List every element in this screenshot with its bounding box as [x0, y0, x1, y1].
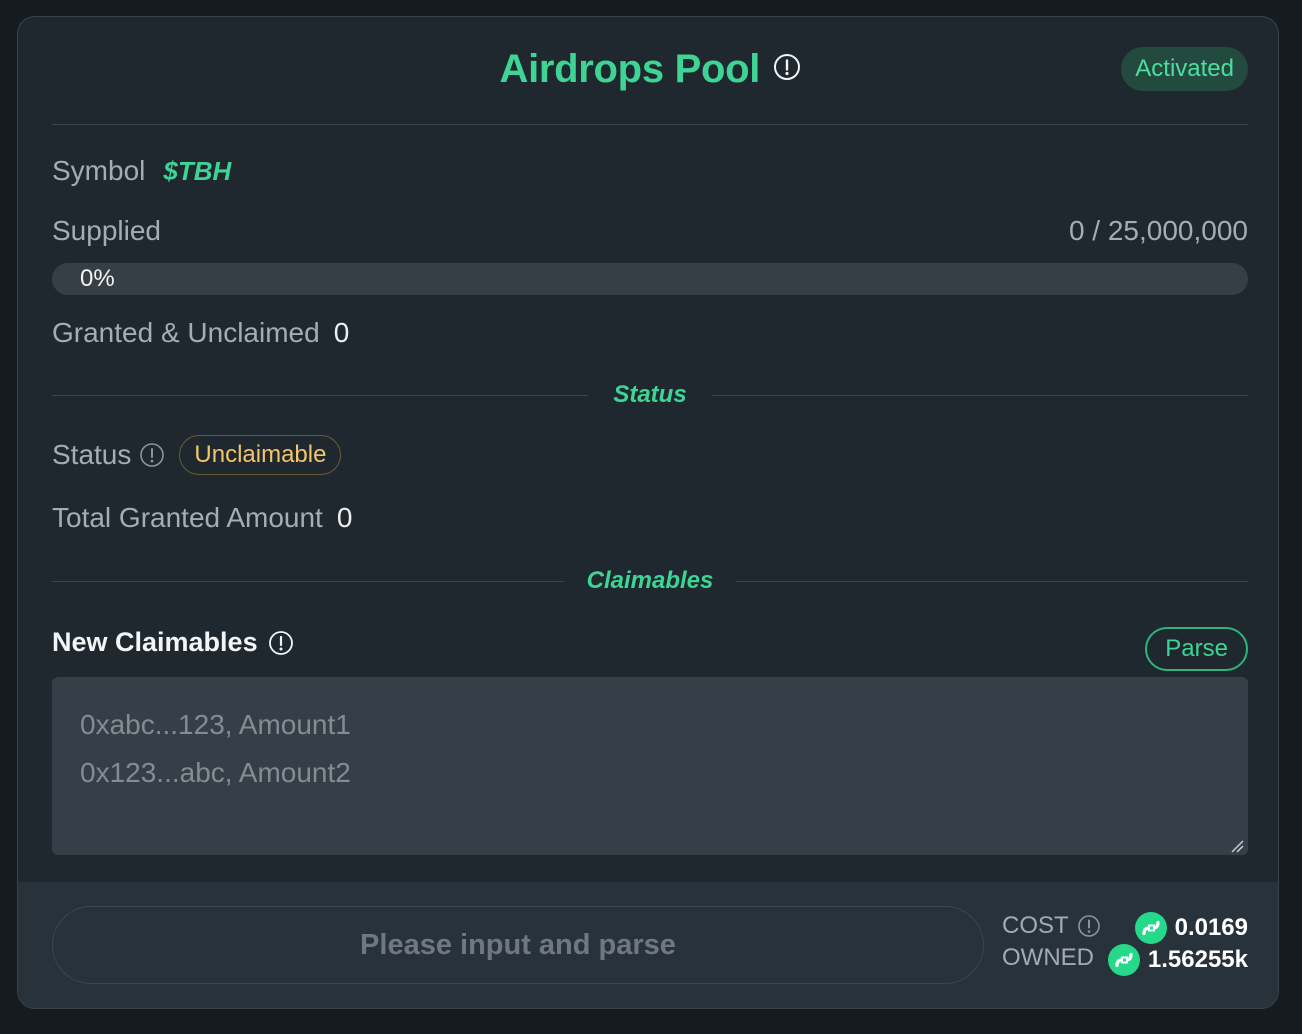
total-granted-label: Total Granted Amount: [52, 502, 323, 533]
status-badge: Unclaimable: [179, 435, 342, 475]
new-claimables-info-icon[interactable]: [268, 630, 294, 656]
owned-value: 1.56255k: [1147, 946, 1248, 973]
supplied-label: Supplied: [52, 215, 161, 246]
card-header: Airdrops Pool Activated: [52, 17, 1248, 125]
title-wrap: Airdrops Pool: [52, 47, 1248, 95]
page-title: Airdrops Pool: [499, 47, 761, 91]
cost-value-wrap: 0.0169: [1134, 912, 1248, 944]
symbol-row: Symbol $TBH: [52, 155, 1248, 187]
owned-value-wrap: 1.56255k: [1107, 944, 1248, 976]
claimables-divider: Claimables: [52, 566, 1248, 596]
granted-unclaimed-value: 0: [333, 317, 350, 348]
cost-label-wrap: COST: [1002, 912, 1101, 940]
claimables-section-title: Claimables: [586, 567, 714, 594]
cost-info-icon[interactable]: [1077, 914, 1101, 938]
status-divider: Status: [52, 380, 1248, 410]
total-granted-value: 0: [336, 502, 353, 533]
supplied-row: Supplied 0 / 25,000,000: [52, 215, 1248, 247]
new-claimables-label: New Claimables: [52, 627, 258, 657]
status-info-icon[interactable]: [139, 442, 165, 468]
symbol-value: $TBH: [163, 156, 232, 186]
parse-button[interactable]: Parse: [1145, 627, 1248, 671]
owned-row: OWNED 1.56255k: [1002, 944, 1248, 976]
info-icon[interactable]: [773, 53, 801, 86]
supplied-value: 0 / 25,000,000: [1068, 215, 1248, 246]
supplied-progress-bar: 0%: [52, 263, 1248, 295]
owned-label: OWNED: [1002, 944, 1094, 971]
symbol-label: Symbol: [52, 155, 146, 186]
status-label: Status: [52, 439, 132, 470]
activated-badge: Activated: [1121, 47, 1248, 91]
flow-coin-icon: [1107, 944, 1140, 976]
flow-coin-icon: [1134, 912, 1167, 944]
status-section-title: Status: [613, 381, 687, 408]
granted-unclaimed-row: Granted & Unclaimed 0: [52, 317, 1248, 349]
total-granted-row: Total Granted Amount 0: [52, 502, 1248, 534]
cost-value: 0.0169: [1174, 914, 1248, 941]
new-claimables-row: New Claimables Parse: [52, 627, 1248, 671]
submit-button[interactable]: Please input and parse: [52, 906, 984, 984]
cost-label: COST: [1002, 912, 1069, 939]
claimables-textarea[interactable]: 0xabc...123, Amount1 0x123...abc, Amount…: [52, 677, 1248, 855]
cost-summary: COST 0.0169 OWNED 1.56255k: [1002, 912, 1248, 976]
status-row: Status Unclaimable: [52, 435, 1248, 475]
airdrops-pool-card: Airdrops Pool Activated Symbol $TBH Suppl…: [17, 16, 1279, 1009]
card-footer: Please input and parse COST 0.0169 OWNED…: [18, 882, 1278, 1008]
cost-row: COST 0.0169: [1002, 912, 1248, 944]
granted-unclaimed-label: Granted & Unclaimed: [52, 317, 320, 348]
progress-percent: 0%: [80, 265, 115, 292]
